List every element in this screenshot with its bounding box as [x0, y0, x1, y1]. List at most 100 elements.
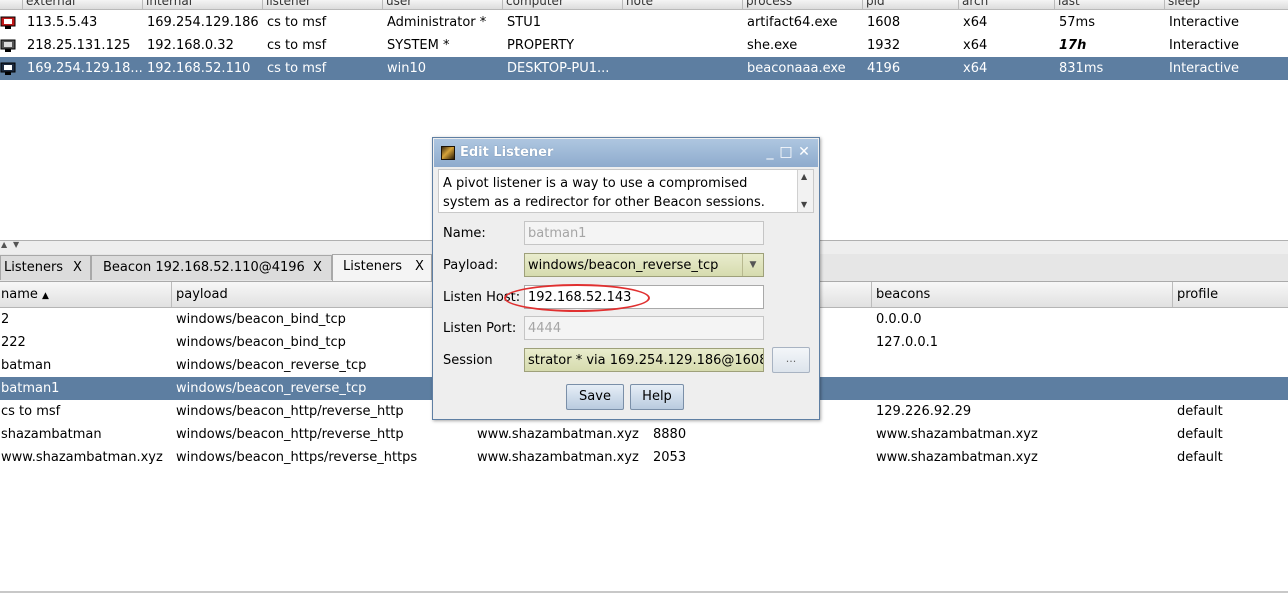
tab-close-button[interactable]: X	[313, 260, 322, 275]
col-external[interactable]: external	[26, 0, 75, 8]
scroll-down-icon[interactable]: ▼	[801, 200, 807, 209]
listener-name: 2	[1, 312, 10, 327]
listener-row[interactable]: www.shazambatman.xyz windows/beacon_http…	[0, 446, 1288, 469]
computer-icon	[0, 16, 16, 29]
payload-select[interactable]: windows/beacon_reverse_tcp ▼	[524, 253, 764, 277]
session-label: Session	[443, 353, 493, 368]
session-pid: 1608	[867, 15, 901, 30]
col-pid[interactable]: pid	[866, 0, 885, 8]
session-row-selected[interactable]: 169.254.129.18... 192.168.52.110 cs to m…	[0, 57, 1288, 80]
listen-host-input[interactable]: 192.168.52.143	[524, 285, 764, 309]
session-external: 218.25.131.125	[27, 38, 131, 53]
edit-listener-dialog: Edit Listener _ □ ✕ A pivot listener is …	[432, 137, 820, 420]
session-internal: 192.168.52.110	[147, 61, 251, 76]
session-pid: 4196	[867, 61, 901, 76]
col-sleep[interactable]: sleep	[1168, 0, 1200, 8]
listen-host-value: 192.168.52.143	[528, 290, 632, 305]
session-user: win10	[387, 61, 427, 76]
dialog-titlebar[interactable]: Edit Listener _ □ ✕	[434, 139, 818, 167]
save-button[interactable]: Save	[566, 384, 624, 410]
listener-beacons: 129.226.92.29	[876, 404, 972, 419]
name-value: batman1	[528, 226, 587, 241]
listener-beacons: 127.0.0.1	[876, 335, 939, 350]
session-last: 831ms	[1059, 61, 1104, 76]
col-beacons[interactable]: beacons	[876, 287, 930, 302]
listener-port: 8880	[653, 427, 687, 442]
description-box: A pivot listener is a way to use a compr…	[438, 169, 814, 213]
session-external: 169.254.129.18...	[27, 61, 143, 76]
close-button[interactable]: ✕	[796, 144, 812, 160]
listen-port-value: 4444	[528, 321, 562, 336]
maximize-button[interactable]: □	[778, 144, 794, 160]
listen-port-label: Listen Port:	[443, 321, 517, 336]
tab-label: Listeners	[4, 260, 64, 275]
computer-icon	[0, 39, 16, 52]
listener-name: www.shazambatman.xyz	[1, 450, 163, 465]
listener-payload: windows/beacon_reverse_tcp	[176, 381, 367, 396]
listener-name: shazambatman	[1, 427, 102, 442]
listener-name: batman	[1, 358, 52, 373]
col-name[interactable]: name ▲	[1, 287, 49, 302]
session-process: artifact64.exe	[747, 15, 838, 30]
scroll-up-icon[interactable]: ▲	[801, 172, 807, 181]
listener-profile: default	[1177, 450, 1223, 465]
session-listener: cs to msf	[267, 38, 327, 53]
listener-row[interactable]: shazambatman windows/beacon_http/reverse…	[0, 423, 1288, 446]
col-user[interactable]: user	[386, 0, 412, 8]
session-sleep: Interactive	[1169, 61, 1240, 76]
help-button[interactable]: Help	[630, 384, 684, 410]
col-computer[interactable]: computer	[506, 0, 564, 8]
listener-payload: windows/beacon_bind_tcp	[176, 335, 346, 350]
listen-port-field: 4444	[524, 316, 764, 340]
tab-listeners[interactable]: Listeners X	[0, 255, 91, 280]
col-note[interactable]: note	[626, 0, 653, 8]
session-field: strator * via 169.254.129.186@1608	[524, 348, 764, 372]
session-external: 113.5.5.43	[27, 15, 98, 30]
tab-close-button[interactable]: X	[415, 259, 424, 274]
collapse-up-icon[interactable]: ▲	[1, 240, 7, 249]
tab-listeners-active[interactable]: Listeners X	[332, 254, 432, 281]
listener-name: cs to msf	[1, 404, 61, 419]
description-scrollbar[interactable]: ▲ ▼	[797, 170, 813, 212]
col-internal[interactable]: internal	[146, 0, 192, 8]
dropdown-arrow-icon[interactable]: ▼	[742, 254, 763, 276]
listener-profile: default	[1177, 427, 1223, 442]
listener-beacons: 0.0.0.0	[876, 312, 922, 327]
dialog-title: Edit Listener	[460, 145, 554, 160]
session-user: SYSTEM *	[387, 38, 450, 53]
tab-close-button[interactable]: X	[73, 260, 82, 275]
session-computer: DESKTOP-PU1...	[507, 61, 610, 76]
session-arch: x64	[963, 38, 988, 53]
browse-session-button[interactable]: ...	[772, 347, 810, 373]
collapse-down-icon[interactable]: ▼	[13, 240, 19, 249]
session-process: she.exe	[747, 38, 798, 53]
listener-name: 222	[1, 335, 26, 350]
listener-host: www.shazambatman.xyz	[477, 450, 639, 465]
tab-label: Beacon 192.168.52.110@4196	[103, 260, 305, 275]
session-arch: x64	[963, 61, 988, 76]
listener-port: 2053	[653, 450, 687, 465]
computer-icon	[0, 62, 16, 75]
session-process: beaconaaa.exe	[747, 61, 846, 76]
col-listener[interactable]: listener	[266, 0, 311, 8]
col-last[interactable]: last	[1058, 0, 1080, 8]
name-field: batman1	[524, 221, 764, 245]
session-row[interactable]: 218.25.131.125 192.168.0.32 cs to msf SY…	[0, 34, 1288, 57]
tab-beacon[interactable]: Beacon 192.168.52.110@4196 X	[91, 255, 332, 280]
listener-beacons: www.shazambatman.xyz	[876, 450, 1038, 465]
listener-payload: windows/beacon_http/reverse_http	[176, 404, 404, 419]
session-row[interactable]: 113.5.5.43 169.254.129.186 cs to msf Adm…	[0, 11, 1288, 34]
col-arch[interactable]: arch	[962, 0, 988, 8]
listener-beacons: www.shazambatman.xyz	[876, 427, 1038, 442]
tab-label: Listeners	[343, 259, 403, 274]
listener-payload: windows/beacon_https/reverse_https	[176, 450, 418, 465]
col-payload[interactable]: payload	[176, 287, 228, 302]
col-profile[interactable]: profile	[1177, 287, 1218, 302]
minimize-button[interactable]: _	[762, 144, 778, 160]
session-arch: x64	[963, 15, 988, 30]
listener-name: batman1	[1, 381, 60, 396]
session-internal: 192.168.0.32	[147, 38, 234, 53]
col-process[interactable]: process	[746, 0, 792, 8]
payload-value: windows/beacon_reverse_tcp	[528, 258, 719, 273]
description-text: A pivot listener is a way to use a compr…	[443, 176, 765, 210]
